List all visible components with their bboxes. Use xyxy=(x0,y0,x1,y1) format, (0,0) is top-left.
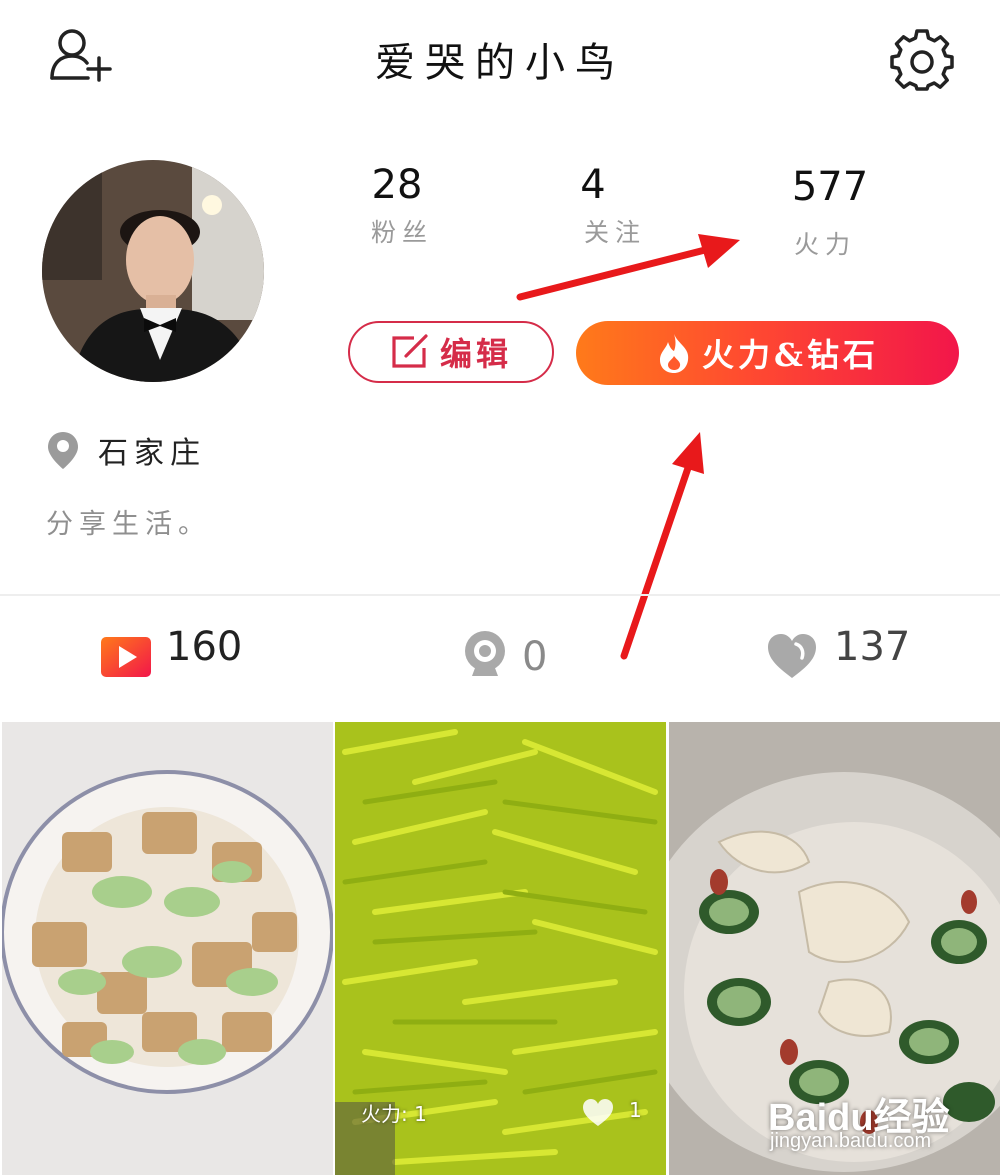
thumbnail-likes-count: 1 xyxy=(629,1098,642,1122)
live-count: 0 xyxy=(522,634,548,680)
watermark-url: jingyan.baidu.com xyxy=(770,1130,932,1152)
video-icon xyxy=(101,637,151,677)
live-tab[interactable] xyxy=(462,630,508,684)
video-thumbnail-1[interactable] xyxy=(2,722,333,1175)
videos-count: 160 xyxy=(166,624,243,670)
likes-tab[interactable] xyxy=(766,632,818,684)
thumbnail-fire-label: 火力: 1 xyxy=(361,1102,427,1126)
thumbnail-heart-icon xyxy=(581,1098,615,1132)
heart-icon xyxy=(768,634,816,678)
section-divider xyxy=(0,594,1000,596)
video-thumbnail-2[interactable]: 火力: 1 1 xyxy=(335,722,666,1175)
webcam-icon xyxy=(465,631,505,676)
likes-count: 137 xyxy=(834,624,911,670)
videos-tab[interactable] xyxy=(100,636,152,682)
